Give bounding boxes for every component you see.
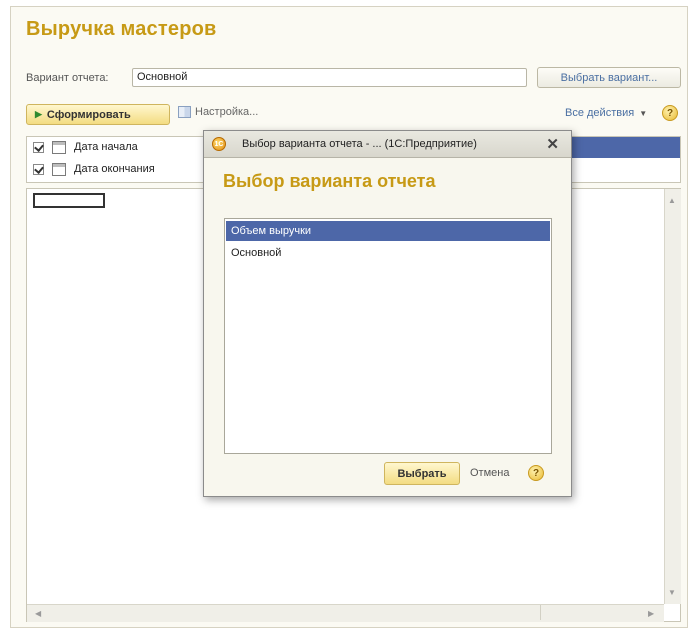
play-icon: ▶	[35, 109, 42, 119]
variant-field[interactable]: Основной	[132, 68, 527, 87]
scrollbar-divider	[540, 605, 541, 620]
logo-icon: 1С	[212, 137, 226, 151]
calendar-icon	[52, 162, 66, 176]
choose-variant-dialog: 1С Выбор варианта отчета - ... (1С:Предп…	[203, 130, 572, 497]
calendar-icon	[52, 140, 66, 154]
help-icon[interactable]: ?	[662, 105, 678, 121]
settings-button[interactable]: Настройка...	[178, 106, 258, 118]
settings-icon	[178, 106, 191, 118]
all-actions-menu[interactable]: Все действия ▼	[565, 107, 647, 119]
cancel-button[interactable]: Отмена	[470, 467, 509, 479]
dialog-heading: Выбор варианта отчета	[223, 171, 436, 191]
list-item[interactable]: Объем выручки	[226, 221, 550, 241]
dialog-titlebar[interactable]: 1С Выбор варианта отчета - ... (1С:Предп…	[204, 131, 571, 158]
generate-button[interactable]: ▶ Сформировать	[26, 104, 170, 125]
generate-button-label: Сформировать	[46, 108, 131, 121]
dialog-title: Выбор варианта отчета - ... (1С:Предприя…	[242, 138, 477, 150]
list-item[interactable]: Основной	[226, 243, 550, 263]
checkbox-icon[interactable]	[33, 163, 44, 175]
variant-label: Вариант отчета:	[26, 72, 109, 84]
horizontal-scrollbar[interactable]	[27, 604, 664, 622]
param-row-selection	[560, 137, 680, 158]
scroll-down-icon[interactable]: ▼	[668, 588, 676, 597]
scroll-right-icon[interactable]: ▶	[648, 609, 654, 618]
dropdown-icon: ▼	[639, 108, 648, 118]
choose-variant-button[interactable]: Выбрать вариант...	[537, 67, 681, 88]
scroll-up-icon[interactable]: ▲	[668, 196, 676, 205]
scroll-left-icon[interactable]: ◀	[35, 609, 41, 618]
param-row-end[interactable]: Дата окончания	[33, 160, 155, 178]
variant-list[interactable]: Объем выручки Основной	[224, 218, 552, 454]
active-cell[interactable]	[33, 193, 105, 208]
checkbox-icon[interactable]	[33, 141, 44, 153]
param-row-start[interactable]: Дата начала	[33, 138, 138, 156]
param-label: Дата окончания	[74, 163, 155, 175]
vertical-scrollbar[interactable]	[664, 189, 681, 604]
window-title: Выручка мастеров	[26, 18, 217, 40]
help-icon[interactable]: ?	[528, 465, 544, 481]
select-button[interactable]: Выбрать	[384, 462, 460, 485]
settings-label: Настройка...	[195, 106, 259, 118]
close-icon[interactable]: ✕	[546, 135, 559, 153]
param-label: Дата начала	[74, 141, 138, 153]
all-actions-label: Все действия	[565, 107, 635, 119]
